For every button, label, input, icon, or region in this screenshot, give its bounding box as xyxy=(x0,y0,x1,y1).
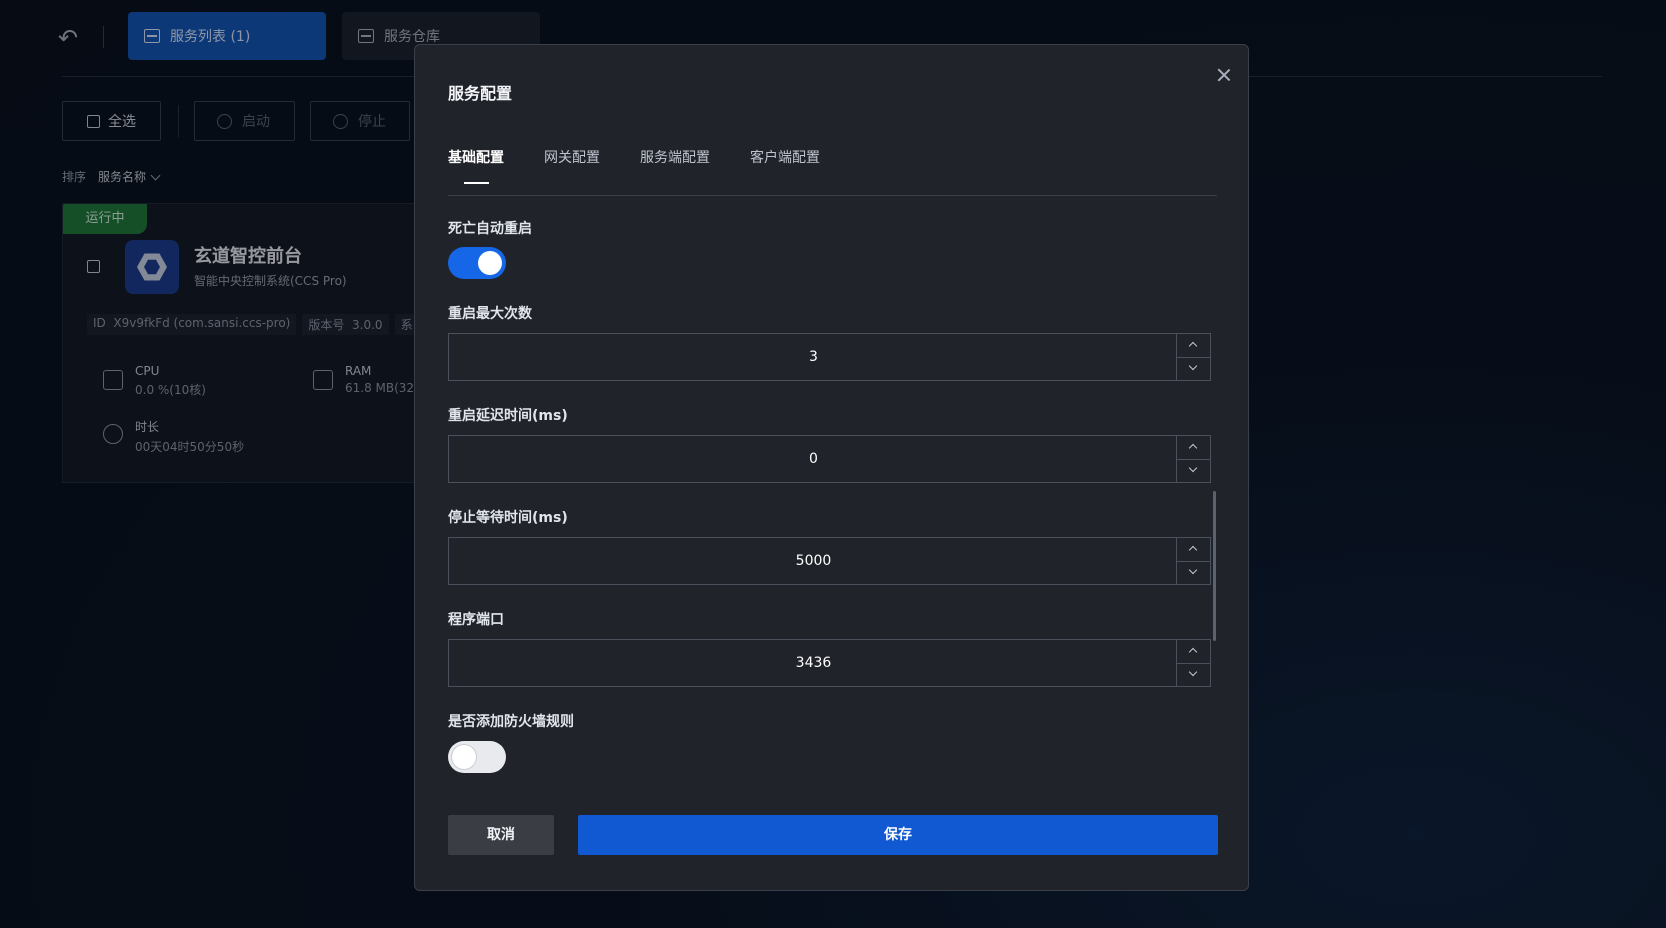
decrement-chevron-down-icon[interactable] xyxy=(1177,357,1210,380)
stepper xyxy=(1176,640,1210,686)
active-tab-indicator xyxy=(464,182,489,184)
config-tabs: 基础配置 网关配置 服务端配置 客户端配置 xyxy=(448,147,1217,196)
max-restarts-input[interactable]: 3 xyxy=(448,333,1211,381)
cancel-button[interactable]: 取消 xyxy=(448,815,554,855)
service-config-dialog: 服务配置 基础配置 网关配置 服务端配置 客户端配置 死亡自动重启 重启最大次数… xyxy=(414,44,1249,891)
auto-restart-switch[interactable] xyxy=(448,247,506,279)
stepper xyxy=(1176,436,1210,482)
restart-delay-label: 重启延迟时间(ms) xyxy=(448,408,568,424)
tab-client-config[interactable]: 客户端配置 xyxy=(750,147,820,167)
stepper xyxy=(1176,538,1210,584)
restart-delay-value[interactable]: 0 xyxy=(449,436,1178,482)
stop-wait-input[interactable]: 5000 xyxy=(448,537,1211,585)
auto-restart-label: 死亡自动重启 xyxy=(448,221,532,237)
increment-chevron-up-icon[interactable] xyxy=(1177,334,1210,358)
port-label: 程序端口 xyxy=(448,612,504,628)
switch-knob xyxy=(478,251,502,275)
firewall-label: 是否添加防火墙规则 xyxy=(448,714,574,730)
max-restarts-value[interactable]: 3 xyxy=(449,334,1178,380)
tab-basic-config[interactable]: 基础配置 xyxy=(448,147,504,167)
increment-chevron-up-icon[interactable] xyxy=(1177,436,1210,460)
restart-delay-input[interactable]: 0 xyxy=(448,435,1211,483)
port-value[interactable]: 3436 xyxy=(449,640,1178,686)
increment-chevron-up-icon[interactable] xyxy=(1177,640,1210,664)
stop-wait-value[interactable]: 5000 xyxy=(449,538,1178,584)
max-restarts-label: 重启最大次数 xyxy=(448,306,532,322)
tab-gateway-config[interactable]: 网关配置 xyxy=(544,147,600,167)
stop-wait-label: 停止等待时间(ms) xyxy=(448,510,568,526)
decrement-chevron-down-icon[interactable] xyxy=(1177,663,1210,686)
stepper xyxy=(1176,334,1210,380)
close-icon[interactable] xyxy=(1216,67,1232,83)
tab-server-config[interactable]: 服务端配置 xyxy=(640,147,710,167)
scrollbar[interactable] xyxy=(1213,491,1216,641)
switch-knob xyxy=(452,745,476,769)
firewall-switch[interactable] xyxy=(448,741,506,773)
decrement-chevron-down-icon[interactable] xyxy=(1177,459,1210,482)
decrement-chevron-down-icon[interactable] xyxy=(1177,561,1210,584)
save-button[interactable]: 保存 xyxy=(578,815,1218,855)
dialog-title: 服务配置 xyxy=(448,84,513,103)
increment-chevron-up-icon[interactable] xyxy=(1177,538,1210,562)
port-input[interactable]: 3436 xyxy=(448,639,1211,687)
